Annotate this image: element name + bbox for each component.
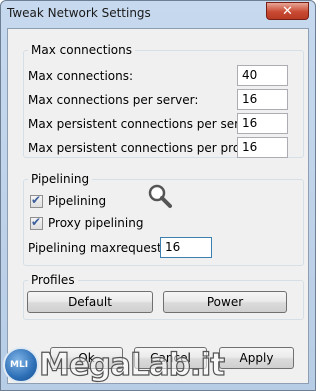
dialog-body: Max connections Max connections: 40 Max … [7,28,309,384]
pipelining-maxrequests-label: Pipelining maxrequests: [28,241,173,255]
max-connections-label: Max connections: [28,69,134,83]
max-persistent-per-proxy-label: Max persistent connections per proxy: [28,141,258,155]
profiles-group-title: Profiles [28,273,78,287]
dialog-window: Tweak Network Settings ✕ Max connections… [0,0,316,391]
max-connections-group-title: Max connections [28,43,135,57]
pipelining-checkbox[interactable]: ✔ [30,193,43,208]
max-persistent-per-server-label: Max persistent connections per server: [28,117,263,131]
max-persistent-per-server-input[interactable]: 16 [237,113,288,134]
power-profile-button[interactable]: Power [163,291,287,313]
magnifier-icon [148,184,172,208]
apply-button[interactable]: Apply [219,347,294,369]
title-bar[interactable]: Tweak Network Settings ✕ [1,1,315,27]
max-persistent-per-proxy-input[interactable]: 16 [237,137,288,158]
close-button[interactable]: ✕ [266,2,309,20]
ok-button[interactable]: Ok [50,347,123,369]
pipelining-group-title: Pipelining [28,172,93,186]
max-connections-input[interactable]: 40 [237,65,288,86]
max-connections-per-server-label: Max connections per server: [28,93,199,107]
proxy-pipelining-checkbox[interactable]: ✔ [30,215,43,230]
close-icon: ✕ [282,4,293,19]
checkmark-icon: ✔ [31,215,42,229]
max-connections-per-server-input[interactable]: 16 [237,89,288,110]
pipelining-checkbox-label[interactable]: Pipelining [48,194,106,208]
pipelining-maxrequests-input[interactable]: 16 [160,237,212,258]
cancel-button[interactable]: Cancel [134,347,207,369]
checkmark-icon: ✔ [31,193,42,207]
proxy-pipelining-checkbox-label[interactable]: Proxy pipelining [48,216,143,230]
default-profile-button[interactable]: Default [27,291,153,313]
window-title: Tweak Network Settings [7,6,151,20]
